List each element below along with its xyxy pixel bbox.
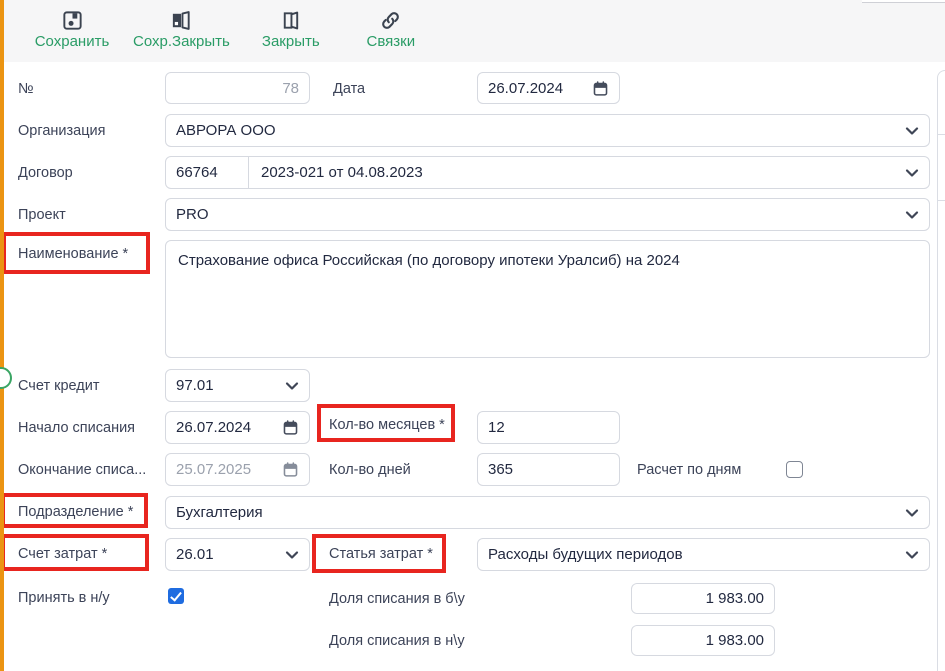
share-bu-label: Доля списания в б\у	[329, 590, 465, 608]
months-input[interactable]: 12	[477, 411, 620, 444]
chevron-down-icon	[904, 547, 920, 563]
top-right-divider	[862, 0, 945, 3]
start-date-input[interactable]: 26.07.2024	[165, 411, 310, 444]
months-label: Кол-во месяцев *	[329, 416, 445, 434]
project-select[interactable]: PRO	[165, 198, 930, 231]
cost-account-select[interactable]: 26.01	[165, 538, 310, 571]
date-label: Дата	[333, 80, 365, 98]
cost-account-value: 26.01	[176, 546, 214, 563]
cost-account-label: Счет затрат *	[18, 545, 107, 563]
share-nu-label: Доля списания в н\у	[329, 632, 465, 650]
share-bu-value: 1 983.00	[706, 590, 764, 607]
share-nu-value: 1 983.00	[706, 632, 764, 649]
organization-value: АВРОРА ООО	[176, 122, 276, 139]
by-days-checkbox[interactable]	[786, 461, 803, 478]
save-close-button-label: Сохр.Закрыть	[133, 33, 230, 50]
contract-code-value: 66764	[176, 164, 218, 181]
organization-select[interactable]: АВРОРА ООО	[165, 114, 930, 147]
chevron-down-icon	[284, 547, 300, 563]
end-date-label: Окончание списа...	[18, 461, 146, 479]
close-button-label: Закрыть	[262, 33, 320, 50]
department-label: Подразделение *	[18, 503, 133, 521]
right-panel-divider	[938, 134, 945, 135]
right-panel-divider	[938, 200, 945, 201]
chevron-down-icon	[904, 123, 920, 139]
name-label: Наименование *	[18, 245, 128, 263]
date-value: 26.07.2024	[488, 80, 563, 97]
calendar-icon[interactable]	[282, 419, 299, 436]
name-value: Страхование офиса Российская (по договор…	[178, 251, 680, 271]
date-input[interactable]: 26.07.2024	[477, 72, 620, 104]
credit-account-label: Счет кредит	[18, 377, 99, 395]
by-days-label: Расчет по дням	[637, 461, 741, 479]
contract-code-cell[interactable]: 66764	[166, 157, 249, 188]
cost-item-select[interactable]: Расходы будущих периодов	[477, 538, 930, 571]
project-label: Проект	[18, 206, 66, 224]
end-date-value: 25.07.2025	[176, 461, 251, 478]
save-button[interactable]: Сохранить	[33, 9, 111, 50]
number-label: №	[18, 80, 34, 98]
tax-accept-label: Принять в н/у	[18, 589, 110, 607]
number-input[interactable]: 78	[165, 72, 310, 104]
organization-label: Организация	[18, 122, 105, 140]
expense-card-window: Сохранить Сохр.Закрыть Закрыть	[0, 0, 945, 671]
days-input[interactable]: 365	[477, 453, 620, 486]
contract-select[interactable]: 66764 2023-021 от 04.08.2023	[165, 156, 930, 189]
cost-item-label: Статья затрат *	[329, 545, 433, 563]
share-nu-input[interactable]: 1 983.00	[631, 625, 775, 656]
left-orange-strip	[0, 0, 4, 671]
number-value: 78	[282, 80, 299, 97]
links-button[interactable]: Связки	[352, 9, 430, 50]
project-value: PRO	[176, 206, 209, 223]
credit-account-value: 97.01	[176, 377, 214, 394]
contract-value: 2023-021 от 04.08.2023	[249, 164, 423, 181]
tax-accept-checkbox[interactable]	[168, 588, 184, 604]
days-label: Кол-во дней	[329, 461, 411, 479]
save-close-button[interactable]: Сохр.Закрыть	[133, 9, 230, 50]
cost-item-value: Расходы будущих периодов	[488, 546, 683, 563]
department-value: Бухгалтерия	[176, 504, 263, 521]
share-bu-input[interactable]: 1 983.00	[631, 583, 775, 614]
toolbar: Сохранить Сохр.Закрыть Закрыть	[0, 0, 945, 62]
links-icon	[379, 9, 402, 32]
department-select[interactable]: Бухгалтерия	[165, 496, 930, 529]
save-close-icon	[170, 9, 193, 32]
chevron-down-icon	[904, 505, 920, 521]
days-value: 365	[488, 461, 513, 478]
save-icon	[61, 9, 84, 32]
panel-toggle-handle[interactable]	[0, 367, 12, 389]
chevron-down-icon	[284, 378, 300, 394]
door-icon	[279, 9, 302, 32]
end-date-input[interactable]: 25.07.2025	[165, 453, 310, 486]
save-button-label: Сохранить	[35, 33, 110, 50]
close-button[interactable]: Закрыть	[252, 9, 330, 50]
months-value: 12	[488, 419, 505, 436]
start-date-value: 26.07.2024	[176, 419, 251, 436]
credit-account-select[interactable]: 97.01	[165, 369, 310, 402]
contract-label: Договор	[18, 164, 73, 182]
chevron-down-icon	[904, 165, 920, 181]
name-textarea[interactable]: Страхование офиса Российская (по договор…	[165, 240, 930, 358]
right-panel-edge	[937, 70, 945, 671]
links-button-label: Связки	[367, 33, 416, 50]
calendar-icon[interactable]	[282, 461, 299, 478]
start-date-label: Начало списания	[18, 419, 135, 437]
chevron-down-icon	[904, 207, 920, 223]
calendar-icon[interactable]	[592, 80, 609, 97]
